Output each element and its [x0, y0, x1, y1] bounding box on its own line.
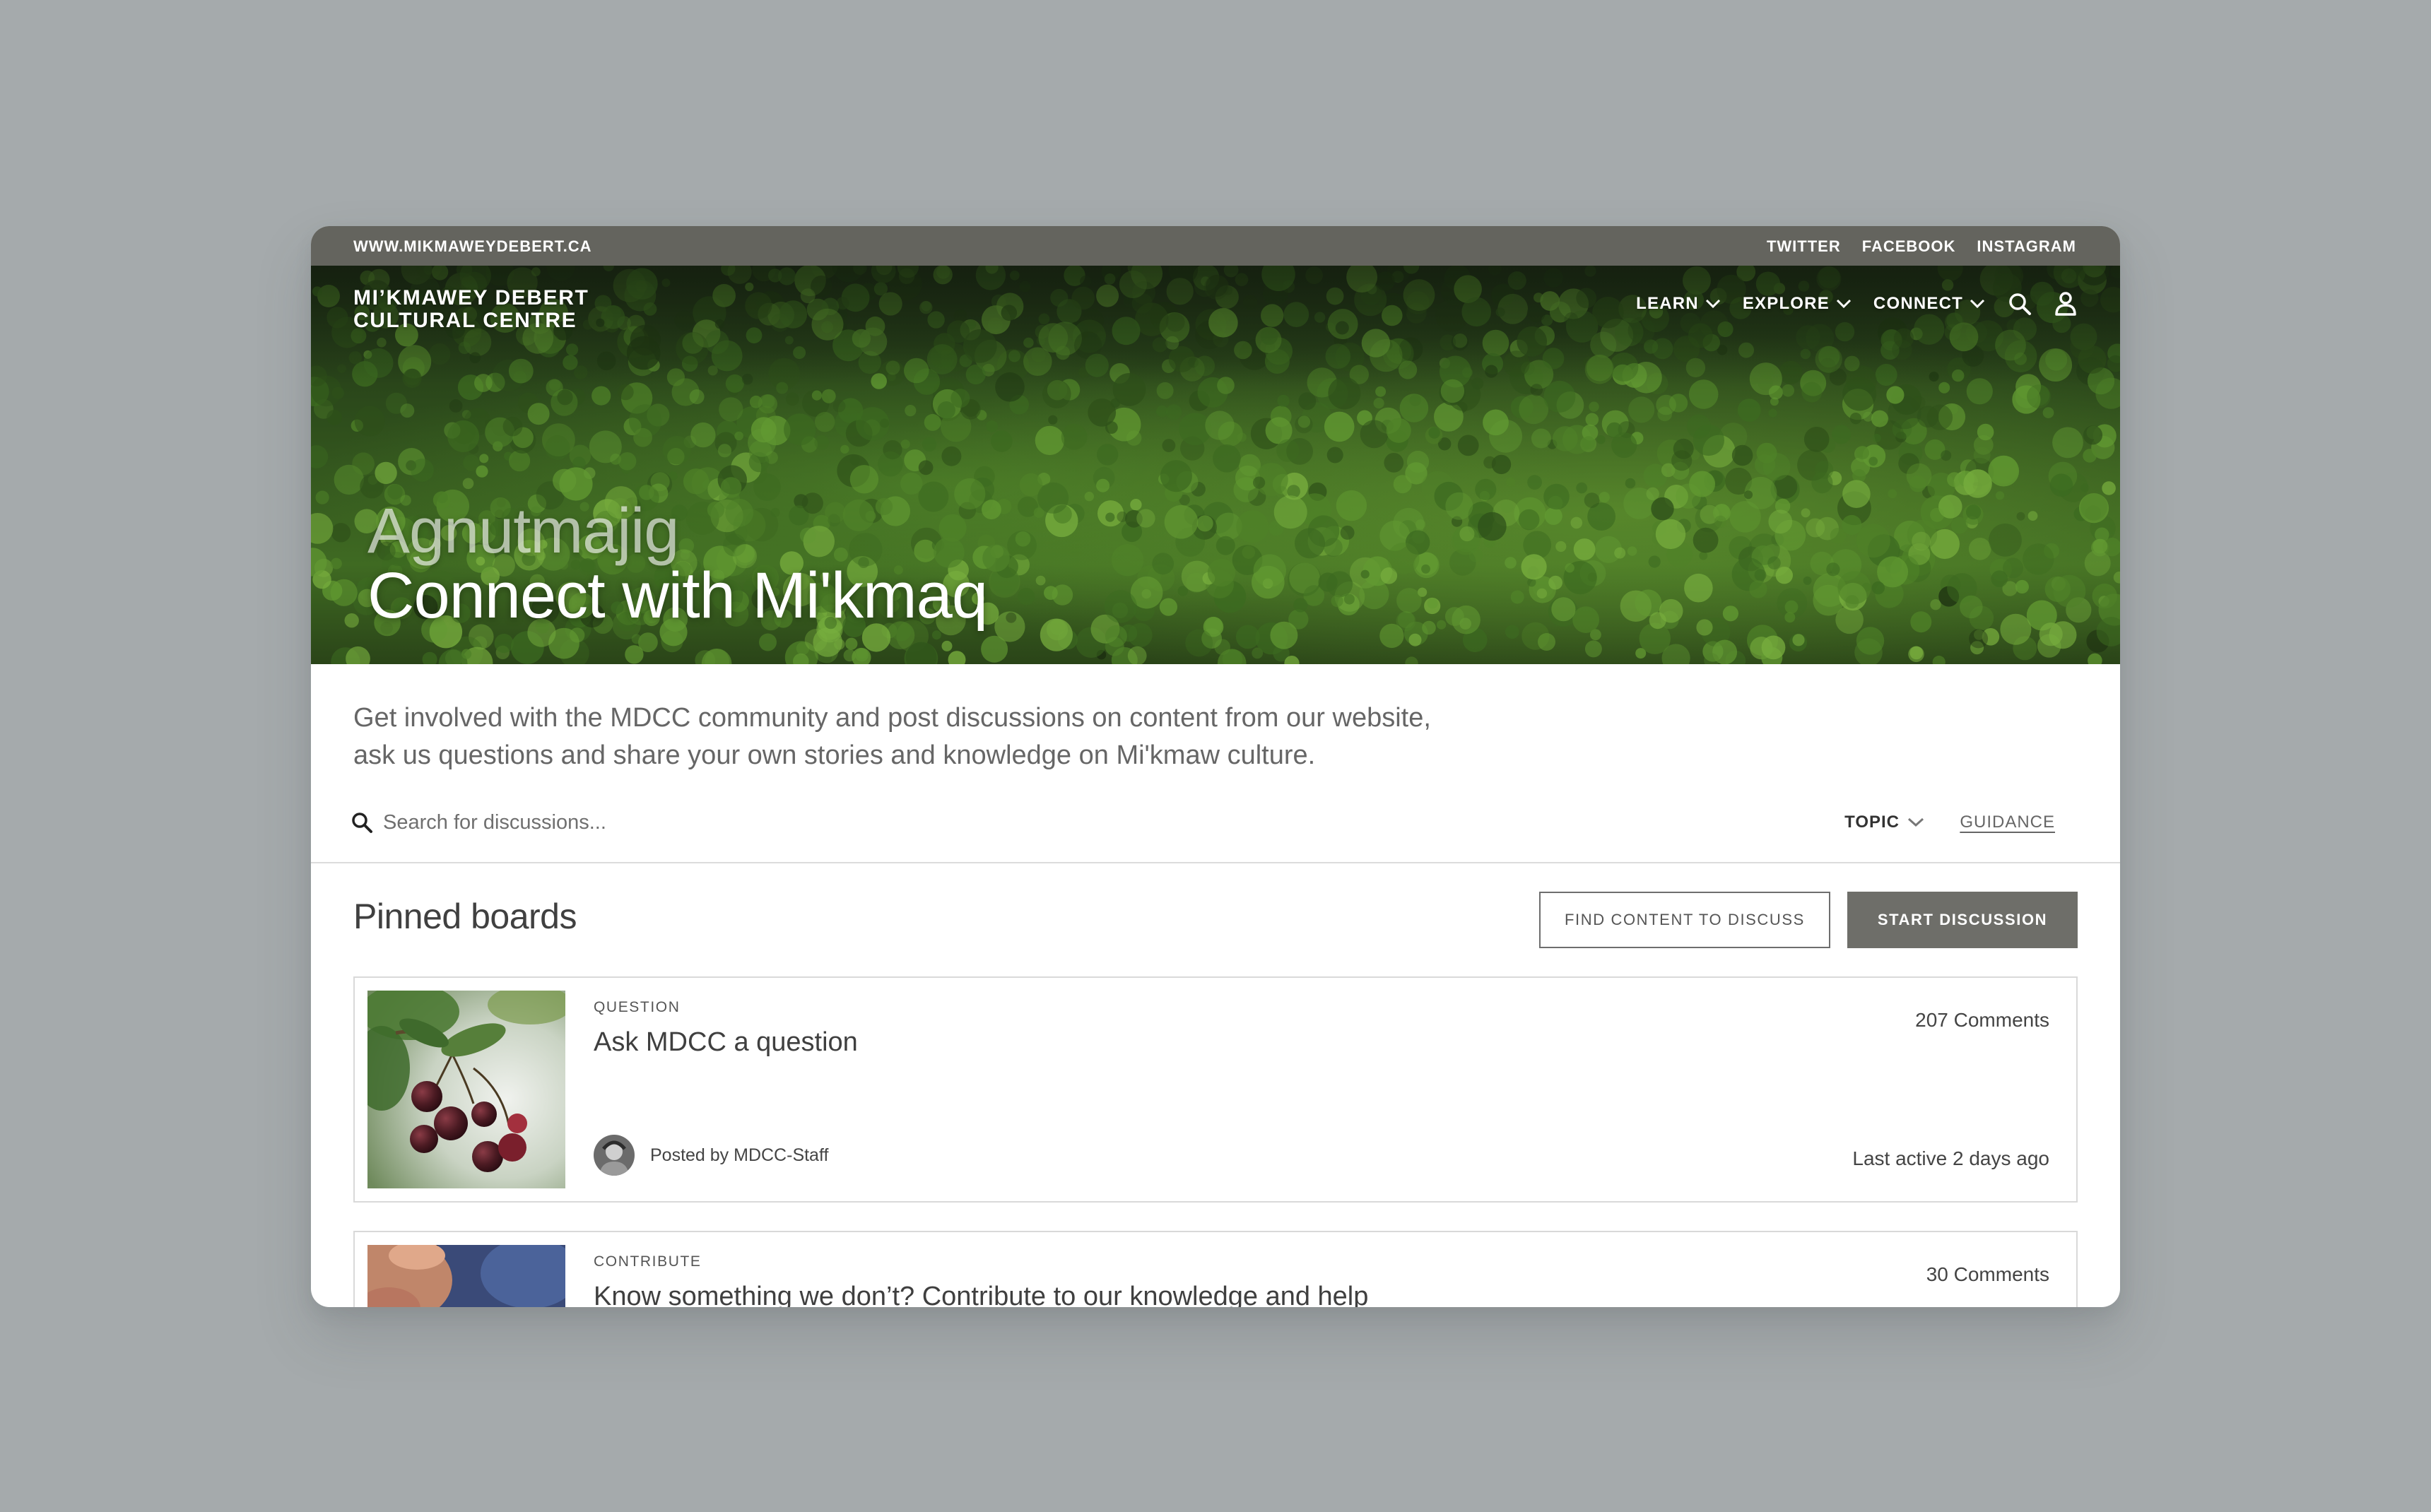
comment-count: 30 Comments [1926, 1263, 2049, 1285]
berries-image [367, 991, 565, 1188]
instagram-link[interactable]: INSTAGRAM [1977, 237, 2076, 256]
board-thumbnail [367, 1245, 565, 1307]
discussion-search-bar: TOPIC GUIDANCE [311, 791, 2120, 863]
avatar-image [594, 1135, 635, 1176]
author-name: Posted by MDCC-Staff [650, 1145, 829, 1165]
intro-line-2: ask us questions and share your own stor… [353, 740, 1316, 770]
guidance-link[interactable]: GUIDANCE [1960, 813, 2055, 832]
social-links: TWITTER FACEBOOK INSTAGRAM [1767, 237, 2076, 256]
board-card[interactable]: CONTRIBUTE Know something we don’t? Cont… [353, 1231, 2078, 1307]
section-title: Pinned boards [353, 897, 577, 936]
facebook-link[interactable]: FACEBOOK [1862, 237, 1956, 256]
board-title[interactable]: Ask MDCC a question [594, 1027, 858, 1058]
hero-subtitle: Agnutmajig [367, 496, 679, 567]
utility-bar: WWW.MIKMAWEYDEBERT.CA TWITTER FACEBOOK I… [311, 226, 2120, 266]
intro-text: Get involved with the MDCC community and… [353, 699, 1597, 774]
intro-line-1: Get involved with the MDCC community and… [353, 703, 1431, 733]
nav-learn-label: LEARN [1636, 294, 1699, 313]
brand-line-1: MI’KMAWEY DEBERT [353, 286, 589, 309]
board-card[interactable]: QUESTION Ask MDCC a question 207 Comment… [353, 976, 2078, 1203]
find-content-button[interactable]: FIND CONTENT TO DISCUSS [1539, 892, 1830, 948]
nav-learn[interactable]: LEARN [1636, 294, 1721, 314]
nav-explore[interactable]: EXPLORE [1743, 294, 1852, 314]
topic-dropdown[interactable]: TOPIC [1844, 813, 1925, 832]
nav-connect-label: CONNECT [1873, 294, 1963, 313]
chevron-down-icon [1970, 299, 1985, 309]
nav-explore-label: EXPLORE [1742, 294, 1830, 313]
site-url-link[interactable]: WWW.MIKMAWEYDEBERT.CA [353, 237, 592, 256]
last-active: Last active 2 days ago [1852, 1147, 2049, 1169]
search-input[interactable] [382, 805, 1442, 839]
chevron-down-icon [1836, 299, 1851, 309]
hands-image [367, 1245, 565, 1307]
twitter-link[interactable]: TWITTER [1767, 237, 1841, 256]
nav-connect[interactable]: CONNECT [1873, 294, 1986, 314]
user-icon [2055, 292, 2076, 316]
chevron-down-icon [1705, 299, 1720, 309]
hero-banner: MI’KMAWEY DEBERT CULTURAL CENTRE LEARN E… [311, 266, 2120, 664]
site-logo[interactable]: MI’KMAWEY DEBERT CULTURAL CENTRE [353, 287, 589, 332]
account-button[interactable] [2054, 291, 2078, 317]
search-icon [2009, 293, 2031, 315]
chevron-down-icon [1907, 817, 1924, 827]
board-title[interactable]: Know something we don’t? Contribute to o… [594, 1282, 1368, 1307]
board-category: CONTRIBUTE [594, 1253, 702, 1270]
header-search-button[interactable] [2007, 291, 2032, 317]
browser-window: WWW.MIKMAWEYDEBERT.CA TWITTER FACEBOOK I… [311, 226, 2120, 1307]
board-author: Posted by MDCC-Staff [594, 1135, 828, 1176]
comment-count: 207 Comments [1915, 1009, 2049, 1031]
start-discussion-button[interactable]: START DISCUSSION [1847, 892, 2078, 948]
board-category: QUESTION [594, 999, 681, 1015]
hero-title: Connect with Mi'kmaq [367, 560, 988, 632]
brand-line-2: CULTURAL CENTRE [353, 309, 577, 332]
board-thumbnail [367, 991, 565, 1188]
search-icon [352, 813, 372, 833]
topic-label: TOPIC [1844, 813, 1900, 832]
main-navigation: LEARN EXPLORE CONNECT [1636, 291, 2078, 317]
avatar [594, 1135, 635, 1176]
